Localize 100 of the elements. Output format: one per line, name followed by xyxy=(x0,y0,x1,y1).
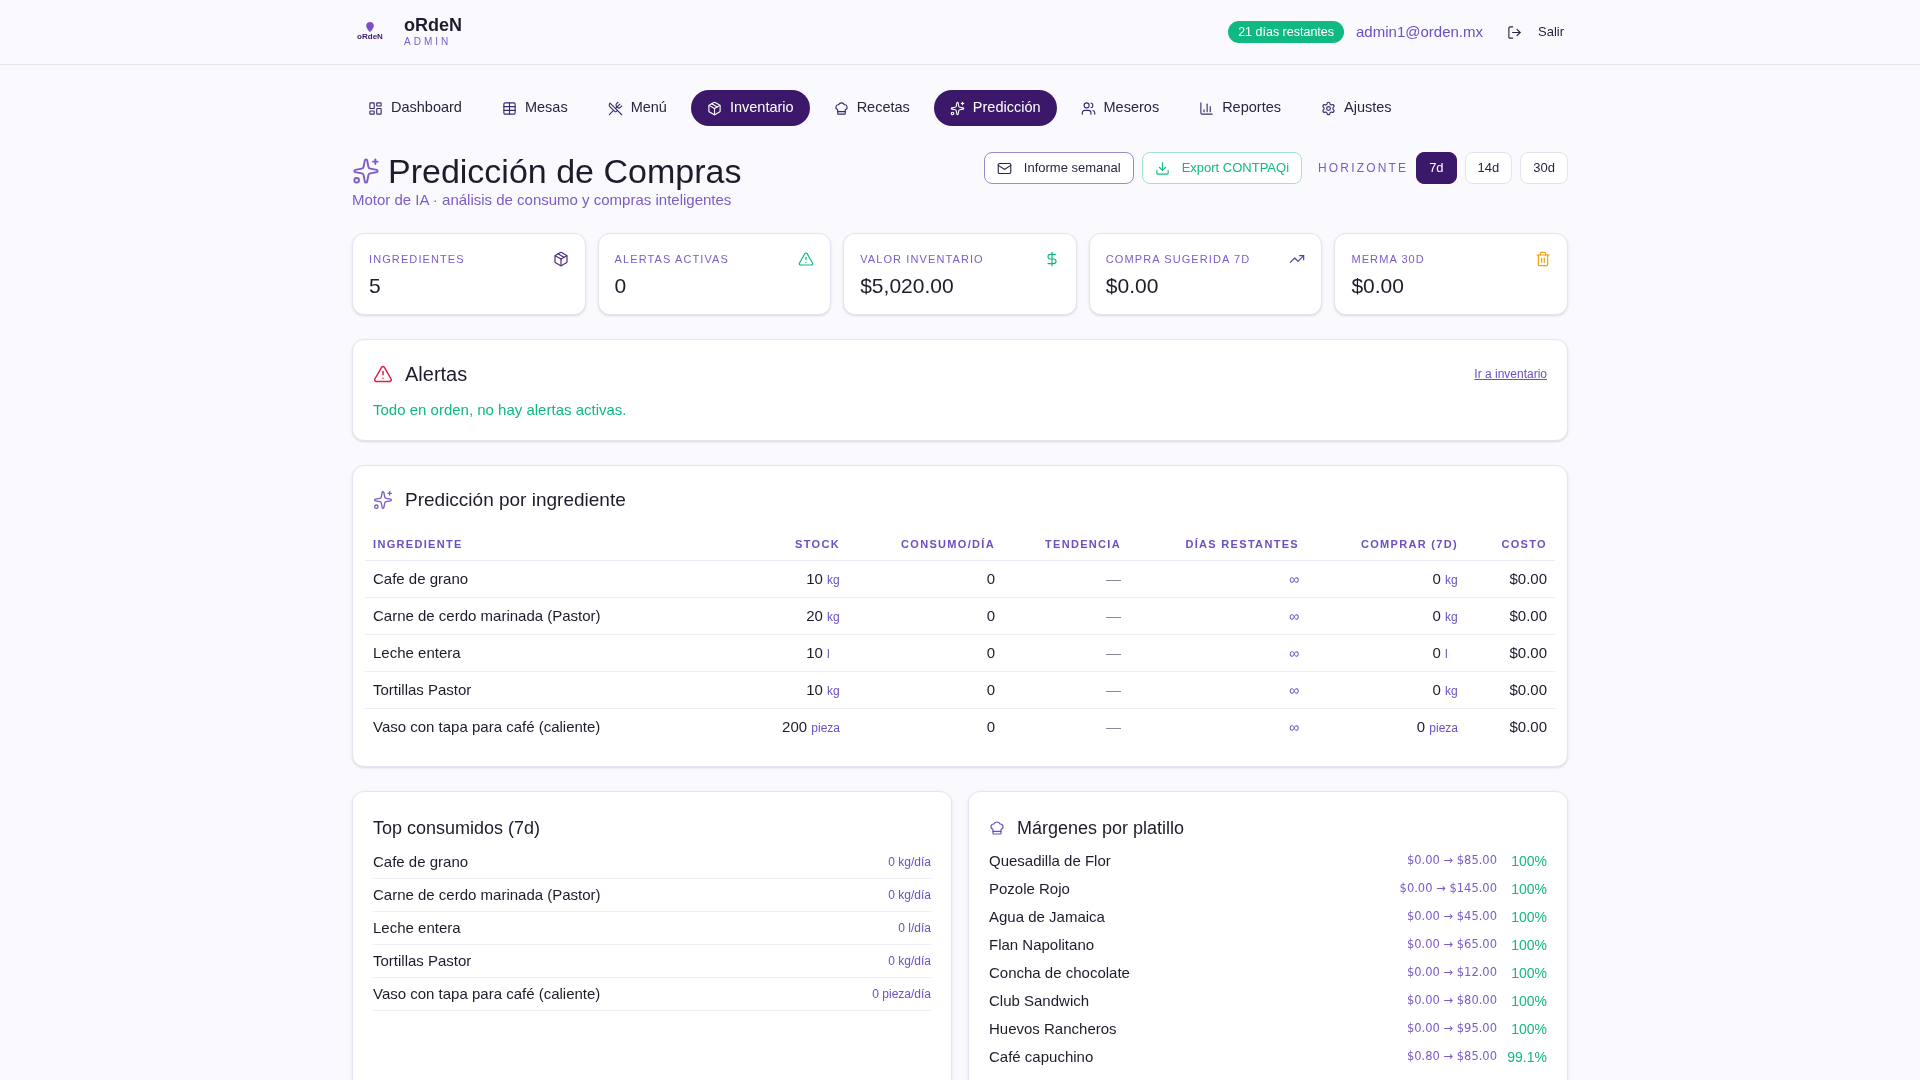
cost-to-price: $0.00 → $65.00 xyxy=(1406,936,1497,954)
bar-chart-icon xyxy=(1199,100,1215,116)
cost-to-price: $0.00 → $85.00 xyxy=(1406,852,1497,870)
report-button[interactable]: Informe semanal xyxy=(983,152,1134,184)
table-cell-text: — xyxy=(1105,679,1122,700)
table-icon xyxy=(501,100,517,116)
horizon-label: HORIZONTE xyxy=(1318,160,1409,177)
nav-tab[interactable]: Mesas xyxy=(485,90,584,126)
cost-to-price: $0.00 → $145.00 xyxy=(1399,880,1497,898)
nav-tab[interactable]: Ajustes xyxy=(1305,90,1408,126)
sparkles-icon xyxy=(373,490,393,510)
table-cell-text: — xyxy=(1105,642,1122,663)
dashboard-icon xyxy=(368,100,383,116)
table-cell-text: 0 l xyxy=(1431,642,1449,663)
download-icon xyxy=(1154,160,1170,176)
table-cell-text: 0 kg xyxy=(1431,679,1459,700)
stat-value: 5 xyxy=(369,272,382,299)
column-header: COMPRAR (7D) xyxy=(1359,537,1459,553)
table-cell-text: 0 xyxy=(985,568,996,589)
pin-icon xyxy=(366,22,374,32)
stat-label: COMPRA SUGERIDA 7D xyxy=(1105,252,1251,267)
alerts-message: Todo en orden, no hay alertas activas. xyxy=(373,400,628,420)
cost-to-price: $0.00 → $45.00 xyxy=(1406,908,1497,926)
margin-percent: 100% xyxy=(1510,907,1547,927)
settings-icon xyxy=(1321,100,1336,116)
table-cell-text: Carne de cerdo marinada (Pastor) xyxy=(372,605,602,626)
dish-name: Quesadilla de Flor xyxy=(989,850,1112,871)
table-cell-text: 0 kg xyxy=(1431,605,1459,626)
stat-value: 0 xyxy=(614,272,628,299)
cost-to-price: $0.80 → $85.00 xyxy=(1406,1048,1497,1066)
horizon-option[interactable]: 30d xyxy=(1520,152,1568,184)
column-header: INGREDIENTE xyxy=(372,537,464,553)
table-cell-text: ∞ xyxy=(1288,606,1300,626)
table-cell-text: — xyxy=(1105,568,1122,589)
table-cell-text: ∞ xyxy=(1288,680,1300,700)
column-header: DÍAS RESTANTES xyxy=(1184,537,1300,553)
nav-tab[interactable]: Menú xyxy=(591,90,683,126)
table-cell-text: ∞ xyxy=(1288,643,1300,663)
table-cell-text: Leche entera xyxy=(372,642,462,663)
item-rate: 0 l/día xyxy=(898,920,931,937)
box-icon xyxy=(552,251,569,268)
page-subtitle: Motor de IA · análisis de consumo y compras inteligentes xyxy=(352,191,733,209)
column-header: CONSUMO/DÍA xyxy=(900,537,996,553)
table-cell-text: 10 kg xyxy=(805,679,841,700)
card-title: Márgenes por platillo xyxy=(1017,816,1185,840)
table-cell-text: 200 pieza xyxy=(781,717,841,738)
item-name: Tortillas Pastor xyxy=(373,950,472,971)
table-cell-text: — xyxy=(1105,605,1122,626)
margin-percent: 99.1% xyxy=(1506,1047,1547,1067)
mail-icon xyxy=(996,160,1012,176)
table-cell-text: 0 xyxy=(985,679,996,700)
dish-name: Flan Napolitano xyxy=(989,934,1096,955)
column-header: COSTO xyxy=(1500,537,1548,553)
table-cell-text: $0.00 xyxy=(1508,642,1548,663)
stat-value: $0.00 xyxy=(1351,272,1405,299)
table-cell-text: 0 pieza xyxy=(1415,717,1459,738)
dish-name: Café capuchino xyxy=(989,1046,1095,1067)
page-title: Predicción de Compras xyxy=(388,151,742,191)
item-name: Vaso con tapa para café (caliente) xyxy=(373,983,601,1004)
item-name: Cafe de grano xyxy=(373,851,469,872)
nav-tab[interactable]: Dashboard xyxy=(352,90,478,126)
dish-name: Huevos Rancheros xyxy=(989,1018,1118,1039)
table-cell-text: ∞ xyxy=(1288,569,1300,589)
dish-name: Agua de Jamaica xyxy=(989,906,1106,927)
logout-button[interactable]: Salir xyxy=(1503,16,1568,48)
column-header: STOCK xyxy=(794,537,841,553)
horizon-option[interactable]: 14d xyxy=(1464,152,1513,184)
nav-tab[interactable]: Reportes xyxy=(1183,90,1297,126)
item-rate: 0 pieza/día xyxy=(872,986,931,1003)
nav-tab[interactable]: Recetas xyxy=(817,90,926,126)
nav-tab[interactable]: Meseros xyxy=(1064,90,1176,126)
trash-icon xyxy=(1535,251,1551,268)
box-icon xyxy=(706,100,722,116)
warning-icon xyxy=(373,364,393,384)
stat-value: $0.00 xyxy=(1105,272,1160,299)
card-title: Alertas xyxy=(405,362,468,387)
brand-name: oRdeN xyxy=(404,15,462,35)
sparkles-icon xyxy=(352,157,380,185)
nav-tab[interactable]: Predicción xyxy=(933,90,1057,126)
stat-label: MERMA 30D xyxy=(1351,252,1425,267)
card-title: Predicción por ingrediente xyxy=(405,487,626,512)
cost-to-price: $0.00 → $95.00 xyxy=(1406,1020,1497,1038)
logout-icon xyxy=(1507,24,1522,40)
inventory-link[interactable]: Ir a inventario xyxy=(1474,365,1547,383)
table-cell-text: ∞ xyxy=(1288,718,1300,737)
horizon-option[interactable]: 7d xyxy=(1416,152,1457,184)
margin-percent: 100% xyxy=(1510,879,1547,899)
dish-name: Concha de chocolate xyxy=(989,962,1131,983)
chef-hat-icon xyxy=(989,820,1005,836)
margin-percent: 100% xyxy=(1510,935,1547,955)
table-cell-text: $0.00 xyxy=(1508,717,1548,738)
nav-tab[interactable]: Inventario xyxy=(690,90,810,126)
chef-hat-icon xyxy=(833,100,849,116)
dish-name: Pozole Rojo xyxy=(989,878,1071,899)
users-icon xyxy=(1080,100,1096,116)
dish-name: Club Sandwich xyxy=(989,990,1091,1011)
role-label: ADMIN xyxy=(404,35,453,49)
cost-to-price: $0.00 → $80.00 xyxy=(1406,992,1497,1010)
user-email: admin1@orden.mx xyxy=(1356,21,1483,42)
stat-label: VALOR INVENTARIO xyxy=(860,252,984,267)
